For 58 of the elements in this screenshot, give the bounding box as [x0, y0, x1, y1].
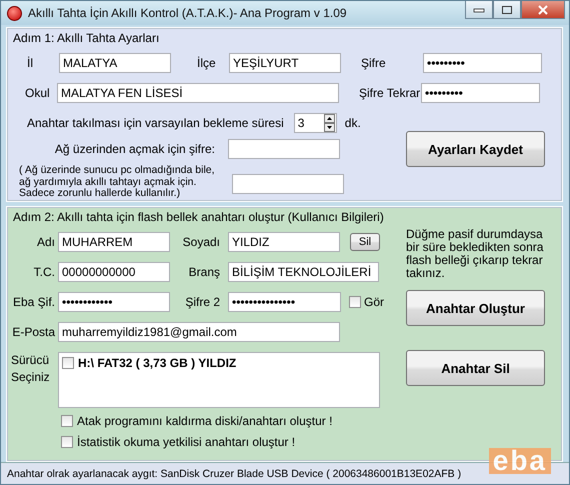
password-field[interactable]: •••••••••: [421, 83, 540, 103]
save-button[interactable]: Ayarları Kaydet: [406, 131, 545, 167]
minimize-icon: [473, 6, 485, 12]
text-field[interactable]: muharremyildiz1981@gmail.com: [58, 322, 340, 342]
password-field[interactable]: [228, 139, 340, 159]
text-field[interactable]: MALATYA: [59, 53, 171, 73]
minimize-button[interactable]: [465, 1, 493, 19]
checkbox[interactable]: [349, 296, 361, 308]
drive-item[interactable]: H:\ FAT32 ( 3,73 GB ) YILDIZ: [78, 356, 236, 370]
checkbox[interactable]: [61, 415, 73, 427]
create-key-button[interactable]: Anahtar Oluştur: [406, 290, 545, 326]
field-label: Sürücü Seçiniz: [11, 352, 51, 386]
field-label: Adı: [36, 235, 55, 249]
field-label: Soyadı: [182, 235, 220, 249]
text-field[interactable]: YILDIZ: [228, 232, 340, 252]
checkbox[interactable]: [61, 436, 73, 448]
password-field[interactable]: •••••••••: [423, 53, 542, 73]
field-label: İlçe: [197, 56, 217, 70]
text-field[interactable]: MALATYA FEN LİSESİ: [57, 83, 339, 103]
delete-key-button[interactable]: Anahtar Sil: [406, 350, 545, 386]
close-button[interactable]: [521, 1, 565, 19]
close-icon: [537, 4, 549, 14]
checkbox[interactable]: [62, 357, 74, 369]
field-label: Ağ üzerinden açmak için şifre:: [54, 142, 215, 156]
field-label: Branş: [188, 265, 220, 279]
password-field[interactable]: •••••••••••••••: [228, 292, 341, 312]
drive-list[interactable]: H:\ FAT32 ( 3,73 GB ) YILDIZ: [58, 352, 380, 408]
clear-button[interactable]: Sil: [350, 233, 380, 251]
maximize-icon: [501, 4, 513, 14]
field-label: İl: [27, 56, 34, 70]
group-title: Adım 1: Akıllı Tahta Ayarları: [13, 31, 160, 45]
checkbox-label: İstatistik okuma yetkilisi anahtarı oluştur !: [77, 435, 296, 449]
field-label: Şifre Tekrar: [359, 86, 421, 100]
unit-label: dk.: [344, 116, 361, 130]
info-note: ( Ağ üzerinde sunucu pc olmadığında bile, ağ yardımıyla akıllı tahtayı açmak için. Sadece zorunlu hallerde kullanılır.): [19, 165, 216, 200]
checkbox-label: Gör: [364, 295, 384, 309]
info-note: Düğme pasif durumdaysa bir süre bekledikten sonra flash belleği çıkarıp tekrar takınız.: [406, 228, 544, 280]
field-label: Okul: [25, 86, 51, 100]
field-label: Şifre: [361, 56, 387, 70]
logo: eba: [488, 448, 551, 474]
window-title: Akıllı Tahta İçin Akıllı Kontrol (A.T.A.K.)- Ana Program v 1.09: [28, 6, 348, 20]
app-icon: [7, 6, 22, 20]
group-title: Adım 2: Akıllı tahta için flash bellek anahtarı oluştur (Kullanıcı Bilgileri): [13, 210, 385, 224]
checkbox-label: Atak programını kaldırma diski/anahtarı oluştur !: [77, 414, 332, 428]
password-field[interactable]: [232, 174, 344, 194]
field-label: Anahtar takılması için varsayılan bekleme süresi: [27, 116, 284, 130]
password-field[interactable]: ••••••••••••: [58, 292, 170, 312]
number-spinner[interactable]: 3: [294, 113, 337, 133]
maximize-button[interactable]: [493, 1, 521, 19]
text-field[interactable]: MUHARREM: [58, 232, 170, 252]
text-field[interactable]: 00000000000: [58, 262, 170, 282]
field-label: T.C.: [32, 265, 55, 279]
text-field[interactable]: YEŞİLYURT: [229, 53, 341, 73]
text-field[interactable]: BİLİŞİM TEKNOLOJİLERİ: [228, 262, 379, 282]
field-label: E-Posta: [11, 325, 55, 339]
field-label: Şifre 2: [184, 295, 220, 309]
field-label: Eba Şif.: [12, 295, 55, 309]
status-text: Anahtar olrak ayarlanacak aygıt: SanDisk Cruzer Blade USB Device ( 20063486001B13E02AFB ): [7, 468, 462, 480]
